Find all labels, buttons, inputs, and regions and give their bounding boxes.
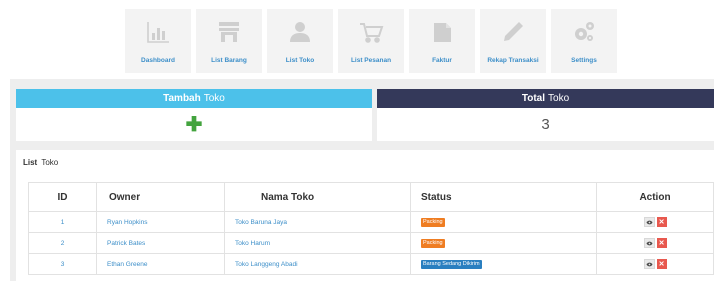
nav-rekap-transaksi[interactable]: Rekap Transaksi <box>480 9 546 73</box>
cell-nama-toko[interactable]: Toko Baruna Jaya <box>224 211 411 233</box>
total-toko-header: Total Toko <box>377 89 714 108</box>
nav-label: List Pesanan <box>350 57 392 64</box>
cell-status: Packing <box>410 211 597 233</box>
status-badge: Packing <box>421 217 445 227</box>
column-header-status: Status <box>410 182 597 212</box>
store-icon <box>216 9 242 47</box>
bar-chart-icon <box>145 9 171 47</box>
cell-owner[interactable]: Ethan Greene <box>96 253 225 275</box>
column-header-id: ID <box>28 182 97 212</box>
cell-action: ✕ <box>596 232 714 254</box>
nav-label: Settings <box>571 57 597 64</box>
view-button[interactable] <box>643 259 655 269</box>
nav-list-pesanan[interactable]: List Pesanan <box>338 9 404 73</box>
column-header-action: Action <box>596 182 714 212</box>
list-title-bold: List <box>23 158 38 167</box>
eye-icon <box>646 220 652 224</box>
nav-settings[interactable]: Settings <box>551 9 617 73</box>
card-title-rest: Toko <box>203 93 225 104</box>
card-title-bold: Total <box>521 93 546 104</box>
tambah-toko-header: Tambah Toko <box>16 89 372 108</box>
eye-icon <box>646 241 652 245</box>
list-title-rest: Toko <box>41 158 59 167</box>
status-badge: Barang Sedang Dikirim <box>421 259 482 269</box>
nav-label: Dashboard <box>141 57 175 64</box>
nav-list-toko[interactable]: List Toko <box>267 9 333 73</box>
cell-id[interactable]: 3 <box>28 253 97 275</box>
delete-button[interactable]: ✕ <box>656 217 667 227</box>
nav-faktur[interactable]: Faktur <box>409 9 475 73</box>
total-toko-body: 3 <box>377 108 714 141</box>
table-row: 3 Ethan Greene Toko Langgeng Abadi Baran… <box>28 253 714 275</box>
folder-icon <box>429 9 455 47</box>
pencil-icon <box>500 9 526 47</box>
cell-status: Barang Sedang Dikirim <box>410 253 597 275</box>
toko-table: ID Owner Nama Toko Status Action 1 Ryan … <box>28 182 714 275</box>
nav-list-barang[interactable]: List Barang <box>196 9 262 73</box>
cell-id[interactable]: 2 <box>28 232 97 254</box>
nav-label: List Toko <box>285 57 315 64</box>
add-toko-button[interactable]: ✚ <box>186 115 203 135</box>
eye-icon <box>646 262 652 266</box>
nav-label: List Barang <box>211 57 247 64</box>
cell-nama-toko[interactable]: Toko Langgeng Abadi <box>224 253 411 275</box>
tambah-toko-body: ✚ <box>16 108 372 141</box>
shopping-cart-icon <box>358 9 384 47</box>
nav-label: Faktur <box>432 57 452 64</box>
user-icon <box>287 9 313 47</box>
table-header-row: ID Owner Nama Toko Status Action <box>28 182 714 212</box>
cell-id[interactable]: 1 <box>28 211 97 233</box>
table-row: 1 Ryan Hopkins Toko Baruna Jaya Packing … <box>28 211 714 233</box>
nav-dashboard[interactable]: Dashboard <box>125 9 191 73</box>
gears-icon <box>571 9 597 47</box>
total-toko-value: 3 <box>541 116 550 133</box>
delete-button[interactable]: ✕ <box>656 238 667 248</box>
cell-nama-toko[interactable]: Toko Harum <box>224 232 411 254</box>
status-badge: Packing <box>421 238 445 248</box>
cell-owner[interactable]: Patrick Bates <box>96 232 225 254</box>
top-navigation: Dashboard List Barang List Toko List Pes… <box>125 9 622 73</box>
view-button[interactable] <box>643 238 655 248</box>
column-header-owner: Owner <box>96 182 225 212</box>
list-toko-title: List Toko <box>23 158 58 167</box>
table-row: 2 Patrick Bates Toko Harum Packing ✕ <box>28 232 714 254</box>
card-title-rest: Toko <box>548 93 570 104</box>
column-header-nama-toko: Nama Toko <box>224 182 411 212</box>
tambah-toko-card: Tambah Toko ✚ <box>16 89 372 141</box>
cell-action: ✕ <box>596 253 714 275</box>
main-panel: Tambah Toko ✚ Total Toko 3 List Toko ID … <box>10 79 714 281</box>
delete-button[interactable]: ✕ <box>656 259 667 269</box>
list-toko-panel: List Toko ID Owner Nama Toko Status Acti… <box>16 150 714 281</box>
cell-action: ✕ <box>596 211 714 233</box>
nav-label: Rekap Transaksi <box>487 57 539 64</box>
cell-status: Packing <box>410 232 597 254</box>
total-toko-card: Total Toko 3 <box>377 89 714 141</box>
view-button[interactable] <box>643 217 655 227</box>
card-title-bold: Tambah <box>163 93 201 104</box>
cell-owner[interactable]: Ryan Hopkins <box>96 211 225 233</box>
